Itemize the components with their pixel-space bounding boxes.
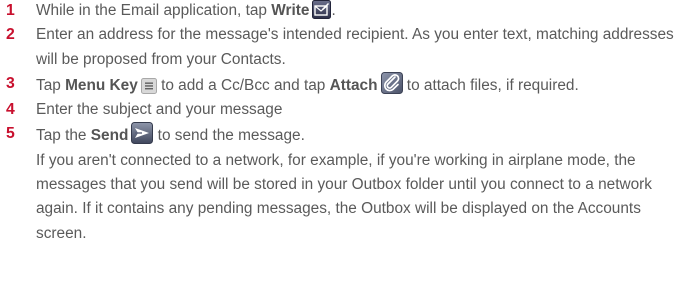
step-number: 5 xyxy=(6,125,15,143)
step-1: 1 While in the Email application, tap Wr… xyxy=(0,0,692,23)
step-number: 4 xyxy=(6,101,15,119)
compose-icon xyxy=(312,0,332,19)
step-number: 3 xyxy=(6,74,15,92)
step-4: 4 Enter the subject and your message xyxy=(0,98,692,122)
send-icon xyxy=(131,122,154,145)
step-text: Tap the Send to send the message. If you … xyxy=(36,122,692,245)
step-text-post: to attach files, if required. xyxy=(402,76,579,94)
step-text-pre: While in the Email application, tap xyxy=(36,2,272,19)
attach-label: Attach xyxy=(329,76,378,94)
step-text-pre: Tap xyxy=(36,76,66,94)
step-2: 2 Enter an address for the message's int… xyxy=(0,23,692,72)
step-text: While in the Email application, tap Writ… xyxy=(36,0,692,23)
step-text: Tap Menu Key to add a Cc/Bcc and tap Att… xyxy=(36,71,692,98)
step-text-post: . xyxy=(331,2,336,19)
write-label: Write xyxy=(271,2,310,19)
step-3: 3 Tap Menu Key to add a Cc/Bcc and tap A… xyxy=(0,71,692,98)
step-number: 1 xyxy=(6,2,15,19)
instruction-steps: 1 While in the Email application, tap Wr… xyxy=(0,0,692,246)
step-text-post: to send the message. xyxy=(153,127,305,145)
step-text-pre: Tap the xyxy=(36,127,91,145)
step-number: 2 xyxy=(6,26,15,44)
step-text: Enter the subject and your message xyxy=(36,101,283,119)
menu-key-label: Menu Key xyxy=(65,76,138,94)
step-5: 5 Tap the Send to send the message. If yo… xyxy=(0,122,692,245)
step-text-mid: to add a Cc/Bcc and tap xyxy=(156,76,330,94)
paperclip-icon xyxy=(380,71,403,94)
step-note: If you aren't connected to a network, fo… xyxy=(36,151,652,242)
step-text: Enter an address for the message's inten… xyxy=(36,26,674,68)
menu-key-icon xyxy=(140,77,157,94)
send-label: Send xyxy=(90,127,129,145)
